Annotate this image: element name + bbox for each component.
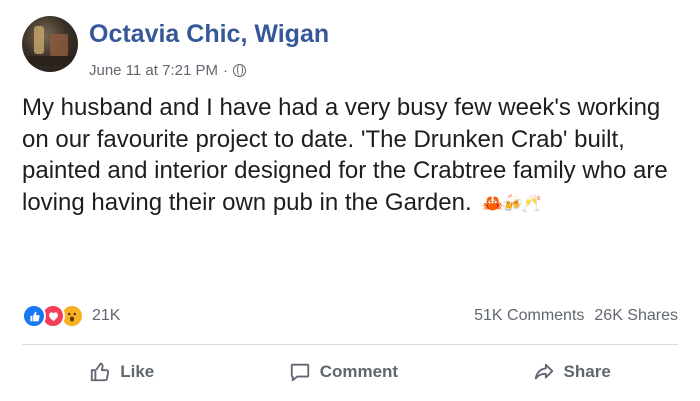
post-actions: Like Comment Share (22, 350, 678, 394)
reactions-summary[interactable]: 21K (22, 304, 120, 328)
post-stats: 21K 51K Comments 26K Shares (22, 304, 678, 328)
post-meta: June 11 at 7:21 PM · (89, 62, 246, 79)
like-label: Like (120, 362, 155, 381)
post-emojis: 🦀🍻🥂 (482, 193, 541, 213)
post-timestamp[interactable]: June 11 at 7:21 PM (89, 62, 218, 79)
comments-count[interactable]: 51K Comments (474, 307, 584, 325)
share-button[interactable]: Share (513, 355, 631, 389)
reaction-count: 21K (92, 307, 121, 324)
divider (22, 344, 678, 345)
comment-icon (290, 363, 309, 382)
like-reaction-icon (22, 304, 46, 328)
comment-label: Comment (319, 362, 399, 381)
engagement-counts: 51K Comments 26K Shares (474, 307, 678, 325)
meta-separator: · (222, 62, 228, 79)
avatar[interactable] (22, 16, 78, 72)
like-button[interactable]: Like (69, 355, 174, 389)
comment-button[interactable]: Comment (269, 355, 418, 389)
post-body: My husband and I have had a very busy fe… (22, 92, 682, 219)
post-body-text: My husband and I have had a very busy fe… (22, 94, 668, 216)
thumbs-up-icon (91, 362, 110, 382)
globe-icon[interactable] (232, 64, 246, 77)
shares-count[interactable]: 26K Shares (594, 307, 678, 325)
share-label: Share (563, 362, 611, 381)
page-name-link[interactable]: Octavia Chic, Wigan (89, 20, 329, 49)
share-arrow-icon (534, 363, 553, 380)
